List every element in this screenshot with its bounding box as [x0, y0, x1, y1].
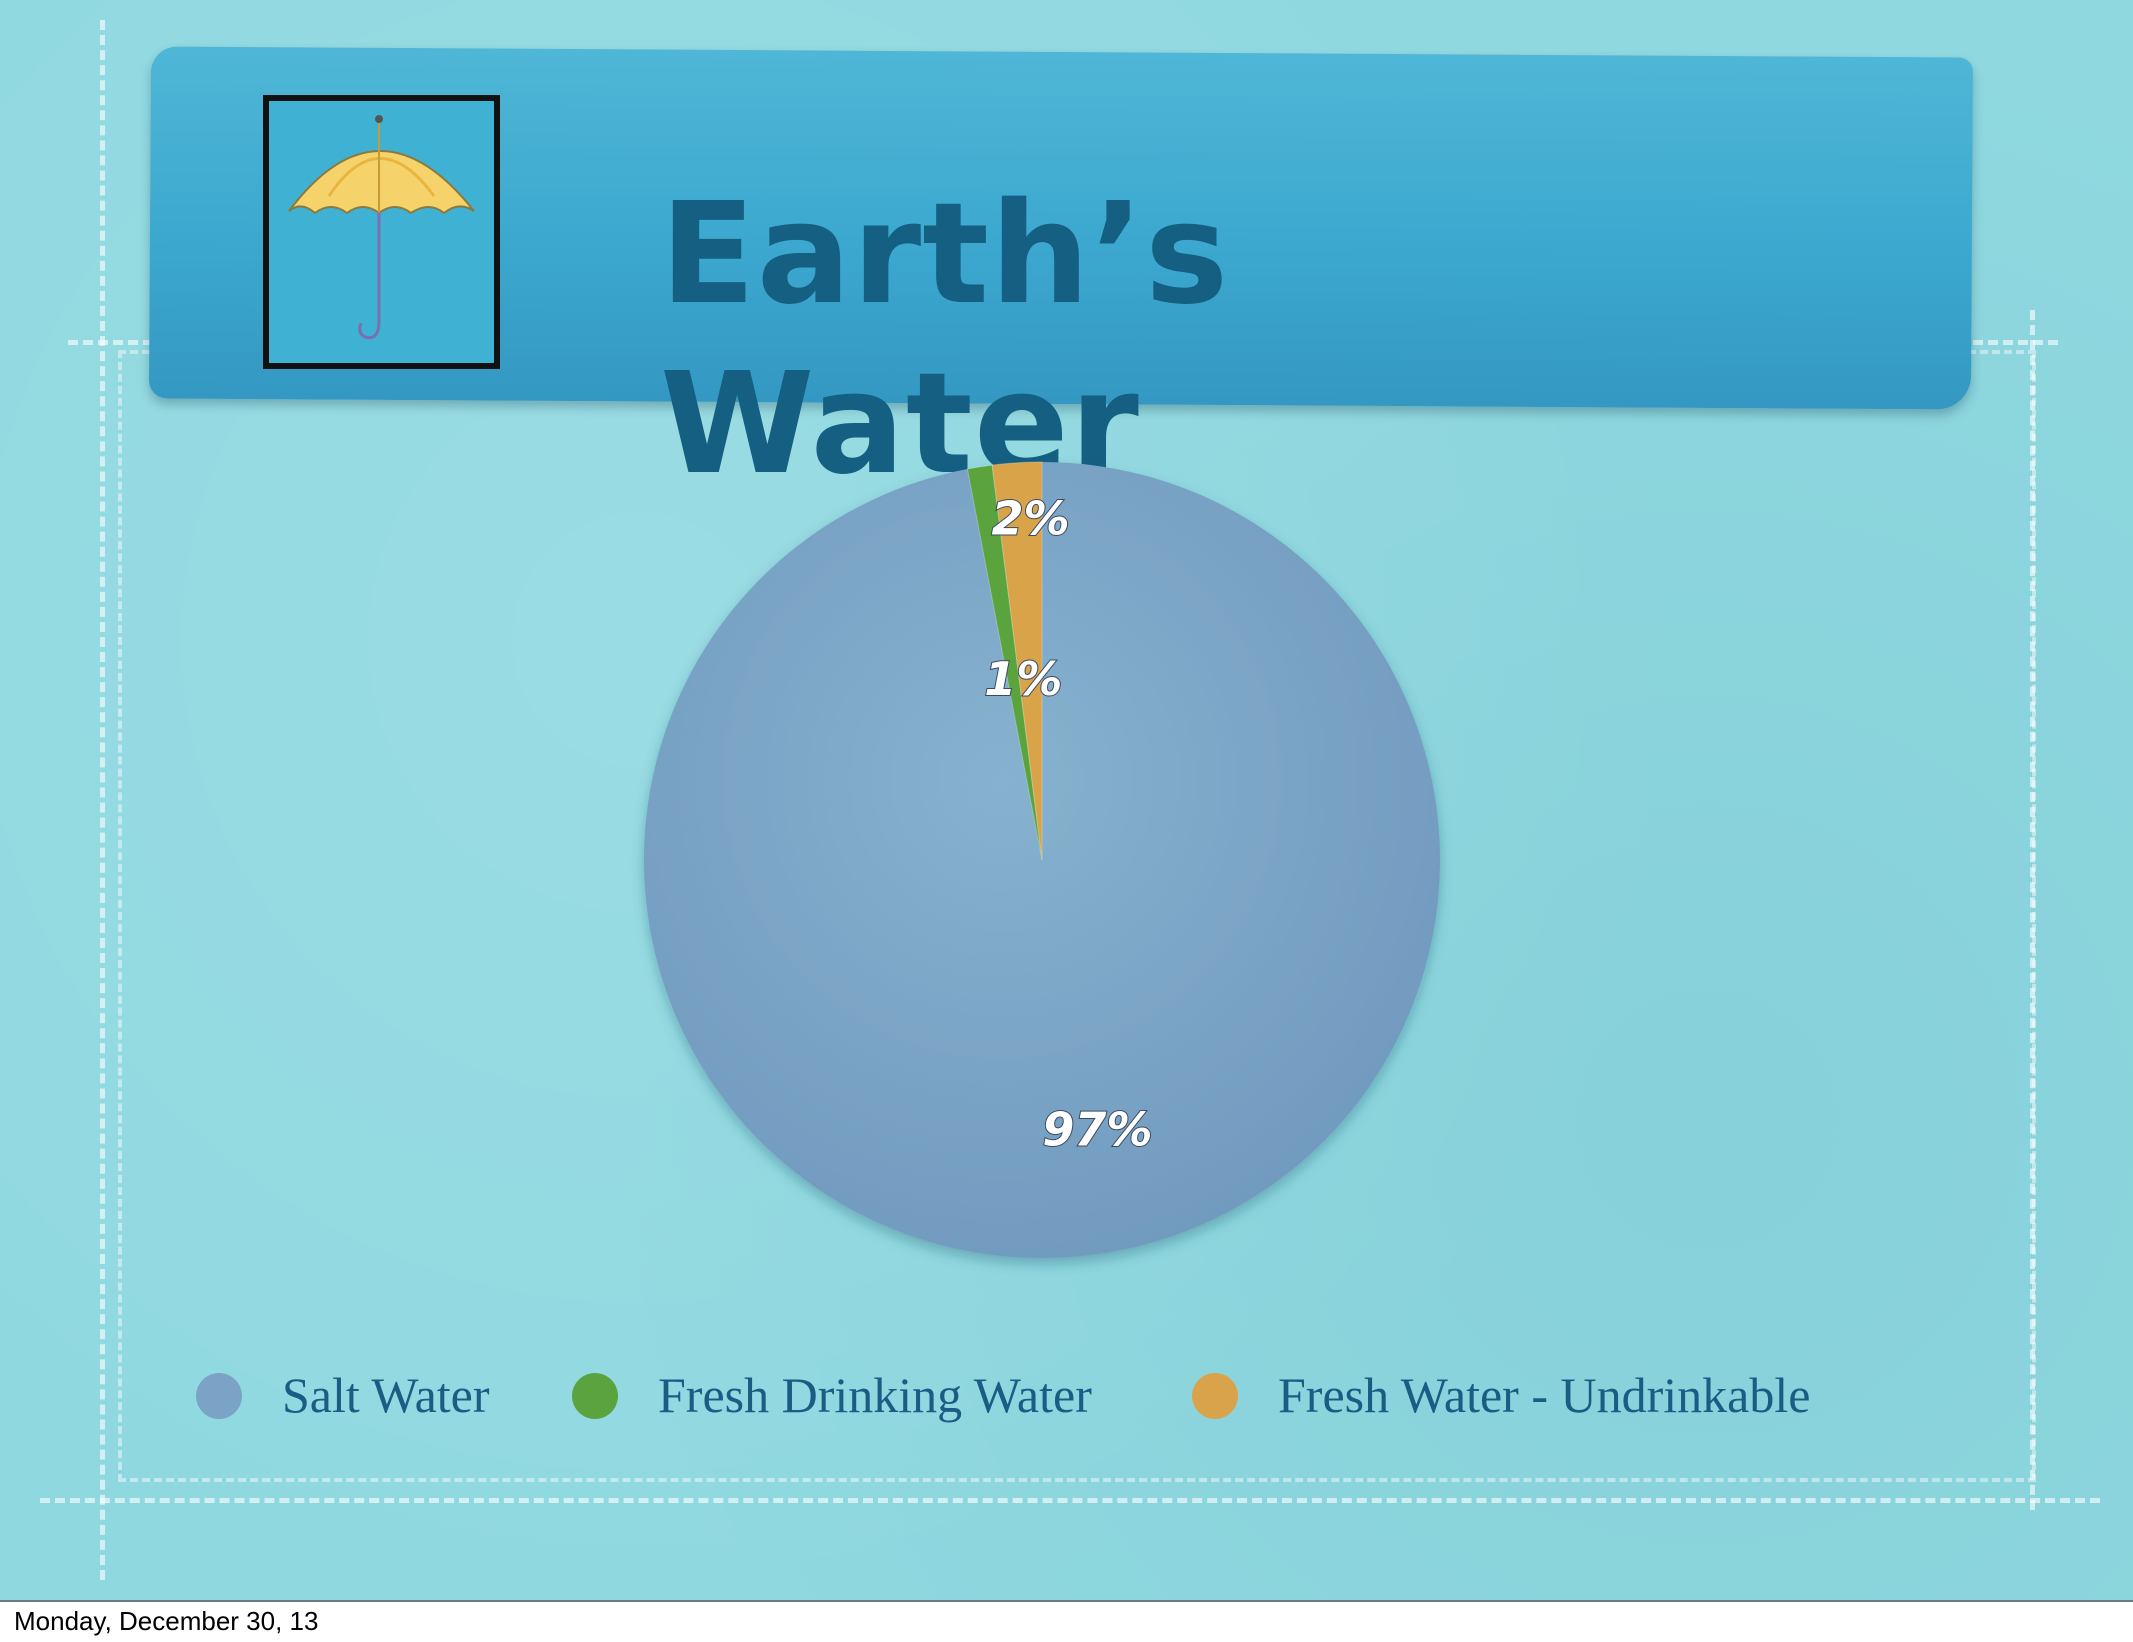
legend-label-salt-water: Salt Water: [282, 1367, 490, 1423]
pie-label-fresh-water-undrinkable: 2%: [991, 491, 1069, 545]
legend-swatch-salt-water: [196, 1373, 242, 1419]
legend-swatch-fresh-drinking-water: [572, 1373, 618, 1419]
legend-label-fresh-water-undrinkable: Fresh Water - Undrinkable: [1278, 1367, 1811, 1423]
pie-label-salt-water: 97%: [1042, 1102, 1152, 1156]
footer-date: Monday, December 30, 13: [14, 1606, 319, 1636]
slide: Earth’s Water 97% 1% 2% Salt Water Fresh Dr…: [0, 0, 2133, 1636]
pie-label-fresh-drinking-water: 1%: [984, 652, 1062, 706]
legend-swatch-fresh-water-undrinkable: [1192, 1373, 1238, 1419]
legend-label-fresh-drinking-water: Fresh Drinking Water: [658, 1367, 1092, 1423]
chart-legend: Salt Water Fresh Drinking Water Fresh Wate…: [196, 1360, 1996, 1430]
